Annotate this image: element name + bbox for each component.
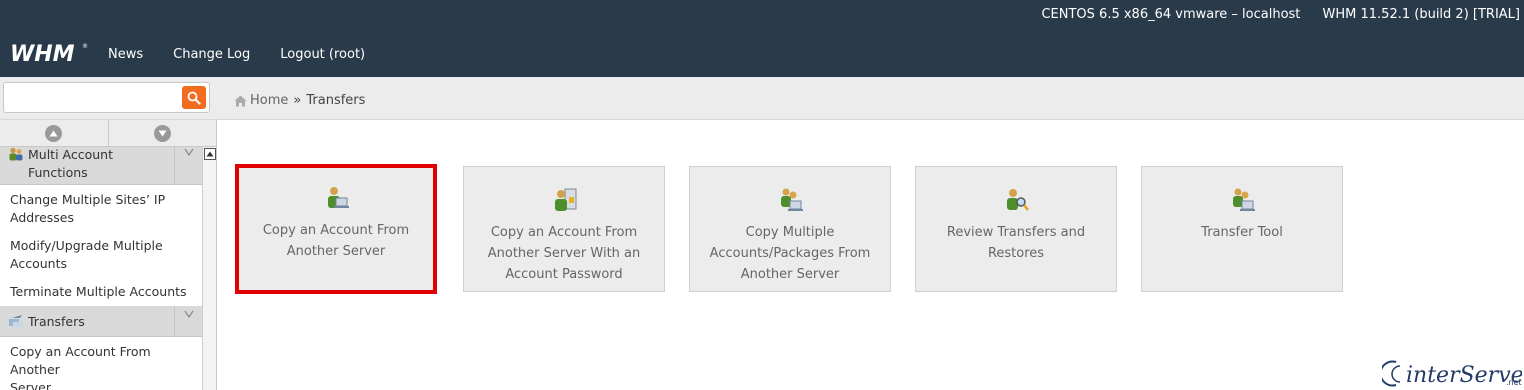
server-hostname: CENTOS 6.5 x86_64 vmware – localhost [1041,7,1301,22]
section-multi-account-functions[interactable]: Multi Account Functions [0,147,202,185]
search-input[interactable] [8,87,178,108]
card-label: Copy an Account From Another Server [262,223,410,259]
sidebar-item-label: Server [10,380,51,390]
breadcrumb-separator: » [293,93,302,108]
card-transfer-tool[interactable]: Transfer Tool [1141,166,1343,292]
card-review-transfers[interactable]: Review Transfers and Restores [915,166,1117,292]
section-transfers[interactable]: Transfers [0,306,202,337]
sidebar-item-label: Modify/Upgrade Multiple [10,238,163,253]
transfer-tool-icon [1233,188,1255,211]
sidebar-item-modify-upgrade[interactable]: Modify/Upgrade Multiple Accounts [0,237,202,273]
breadcrumb-home[interactable]: Home [250,93,288,108]
chevron-down-icon[interactable] [174,147,202,184]
search-box [3,82,210,113]
brand-text: interServer [1406,363,1522,388]
copy-account-icon [328,187,349,208]
section-title: Transfers [28,314,85,329]
whm-version: WHM 11.52.1 (build 2) [TRIAL] [1322,7,1520,22]
search-icon [187,91,201,105]
sidebar-scroll-down-button[interactable] [109,120,217,146]
brand-suffix: .net [1506,378,1522,387]
sidebar-item-change-ip[interactable]: Change Multiple Sites’ IP Addresses [0,191,202,227]
card-copy-account-with-password[interactable]: Copy an Account From Another Server With… [463,166,665,292]
sidebar: Multi Account Functions Change Multiple … [0,120,217,390]
card-label: Copy Multiple Accounts/Packages From Ano… [709,225,871,282]
transfer-icon [9,315,23,327]
card-label: Transfer Tool [1201,225,1283,240]
whm-logo[interactable]: WHM ® [10,40,88,66]
sidebar-list: Multi Account Functions Change Multiple … [0,147,202,390]
top-nav: News Change Log Logout (root) [108,47,395,62]
sidebar-item-label: Addresses [10,210,74,225]
svg-text:®: ® [82,43,88,50]
home-icon [234,95,247,106]
chevron-down-icon[interactable] [174,306,202,336]
search-button[interactable] [182,86,206,109]
server-info: CENTOS 6.5 x86_64 vmware – localhost WHM… [1023,7,1520,22]
breadcrumb-current: Transfers [306,93,366,108]
copy-account-password-icon [555,188,577,211]
nav-change-log[interactable]: Change Log [173,47,250,62]
card-copy-multiple-accounts[interactable]: Copy Multiple Accounts/Packages From Ano… [689,166,891,292]
top-header: CENTOS 6.5 x86_64 vmware – localhost WHM… [0,0,1524,77]
nav-logout[interactable]: Logout (root) [280,47,365,62]
nav-news[interactable]: News [108,47,143,62]
sidebar-scroll-up-button[interactable] [0,120,109,146]
sidebar-item-label: Change Multiple Sites’ IP [10,192,166,207]
sidebar-item-label: Terminate Multiple Accounts [10,284,187,299]
sidebar-item-label: Copy an Account From Another [10,344,151,377]
card-label: Copy an Account From Another Server With… [487,225,641,282]
users-icon [9,147,23,161]
whm-logo-text: WHM [10,42,75,66]
sidebar-item-terminate-multiple[interactable]: Terminate Multiple Accounts [0,283,202,301]
card-copy-account[interactable]: Copy an Account From Another Server [235,164,437,294]
sidebar-controls [0,120,216,147]
copy-multiple-icon [781,188,803,211]
scroll-up-arrow-icon[interactable] [204,148,216,160]
arrow-up-icon [45,124,63,142]
sidebar-item-copy-account[interactable]: Copy an Account From Another Server [0,343,202,390]
interserver-logo: interServer .net [1382,360,1522,388]
arrow-down-icon [153,124,171,142]
sidebar-scrollbar[interactable] [202,147,216,390]
subbar: Home » Transfers [0,77,1524,120]
sidebar-item-label: Accounts [10,256,67,271]
card-label: Review Transfers and Restores [946,225,1086,261]
breadcrumb: Home » Transfers [234,93,365,108]
review-transfers-icon [1007,189,1029,211]
